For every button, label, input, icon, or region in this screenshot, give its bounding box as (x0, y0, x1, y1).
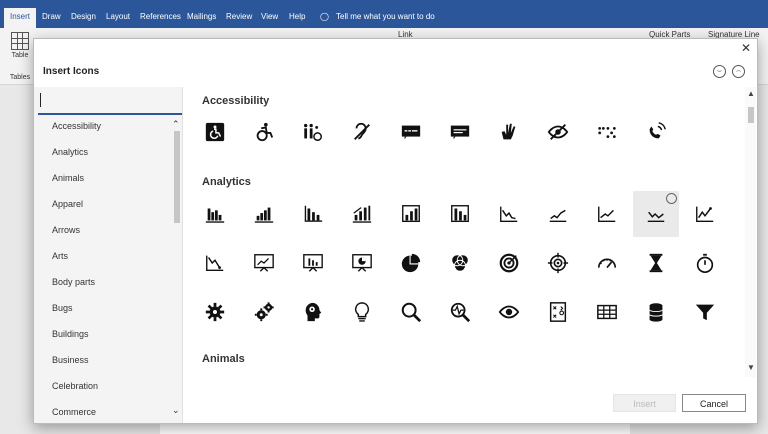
eye-icon[interactable] (493, 296, 525, 328)
tab-mailings[interactable]: Mailings (187, 12, 216, 21)
scroll-up-icon[interactable]: ▲ (747, 89, 755, 98)
category-buildings[interactable]: Buildings (52, 329, 89, 339)
category-celebration[interactable]: Celebration (52, 381, 98, 391)
dialog-footer: Insert Cancel (183, 378, 757, 423)
gallery-scroll-thumb[interactable] (748, 107, 754, 123)
category-arrows[interactable]: Arrows (52, 225, 80, 235)
presentation-chart-icon[interactable] (248, 247, 280, 279)
ribbon-tabs: Insert Draw Design Layout References Mai… (0, 8, 768, 28)
line-chart-down-trend-icon[interactable] (199, 247, 231, 279)
selection-circle[interactable] (666, 193, 677, 204)
tables-group-label: Tables (9, 74, 31, 81)
braille-icon[interactable] (591, 116, 623, 148)
gears-icon[interactable] (248, 296, 280, 328)
scroll-down-icon[interactable]: ▼ (747, 363, 755, 372)
sidebar-scroll-thumb[interactable] (174, 131, 180, 223)
insert-icons-dialog: ✕ Insert Icons ⌣ ⌢ Accessibility Analyti… (33, 38, 758, 424)
category-sidebar: Accessibility Analytics Animals Apparel … (34, 87, 183, 423)
section-animals: Animals (202, 353, 245, 365)
wheelchair-active-icon[interactable] (248, 116, 280, 148)
tab-view[interactable]: View (261, 12, 278, 21)
section-analytics: Analytics (202, 176, 251, 188)
chevron-down-icon[interactable]: ⌄ (172, 405, 180, 416)
cancel-button[interactable]: Cancel (682, 394, 746, 412)
category-commerce[interactable]: Commerce (52, 407, 96, 417)
venn-diagram-icon[interactable] (444, 247, 476, 279)
closed-captions-icon[interactable] (395, 116, 427, 148)
chevron-up-icon[interactable]: ⌃ (172, 119, 180, 130)
funnel-icon[interactable] (689, 296, 721, 328)
database-icon[interactable] (640, 296, 672, 328)
table-icon (11, 32, 29, 50)
tab-layout[interactable]: Layout (106, 12, 130, 21)
frown-feedback-icon[interactable]: ⌢ (732, 65, 745, 78)
bar-graph-upward-trend-icon[interactable] (395, 198, 427, 230)
text-caret (40, 93, 41, 107)
line-chart-selected-icon[interactable] (633, 191, 679, 237)
speedometer-icon[interactable] (591, 247, 623, 279)
line-chart-upward-icon[interactable] (542, 198, 574, 230)
magnifying-glass-pulse-icon[interactable] (444, 296, 476, 328)
gear-icon[interactable] (199, 296, 231, 328)
tab-insert[interactable]: Insert (4, 8, 37, 28)
category-body-parts[interactable]: Body parts (52, 277, 95, 287)
tab-help[interactable]: Help (289, 12, 305, 21)
table-label: Table (11, 52, 29, 59)
open-captions-icon[interactable] (444, 116, 476, 148)
insert-button[interactable]: Insert (613, 394, 676, 412)
category-animals[interactable]: Animals (52, 173, 84, 183)
tell-me-search[interactable]: Tell me what you want to do (336, 12, 435, 21)
presentation-pie-icon[interactable] (346, 247, 378, 279)
search-input[interactable] (38, 89, 182, 115)
accessible-icon[interactable] (199, 116, 231, 148)
target-icon[interactable] (493, 247, 525, 279)
table-icon[interactable] (591, 296, 623, 328)
close-icon[interactable]: ✕ (741, 41, 751, 55)
tab-draw[interactable]: Draw (42, 12, 61, 21)
line-chart-downward-icon[interactable] (493, 198, 525, 230)
sign-language-icon[interactable] (493, 116, 525, 148)
bar-chart-upward-icon[interactable] (248, 198, 280, 230)
stopwatch-icon[interactable] (689, 247, 721, 279)
section-accessibility: Accessibility (202, 95, 270, 107)
line-graph-upward-icon[interactable] (591, 198, 623, 230)
lightbulb-icon: ◯ (320, 12, 329, 21)
sidebar-scrollbar[interactable]: ⌃ ⌄ (172, 119, 181, 421)
category-arts[interactable]: Arts (52, 251, 68, 261)
magnifying-glass-icon[interactable] (395, 296, 427, 328)
tab-design[interactable]: Design (71, 12, 96, 21)
title-bar (0, 0, 768, 8)
volume-control-phone-icon[interactable] (640, 116, 672, 148)
strategy-board-icon[interactable] (542, 296, 574, 328)
family-with-wheelchair-icon[interactable] (297, 116, 329, 148)
bar-chart-icon[interactable] (199, 198, 231, 230)
bar-graph-upward-icon[interactable] (346, 198, 378, 230)
category-accessibility[interactable]: Accessibility (52, 121, 101, 131)
head-with-gears-icon[interactable] (297, 296, 329, 328)
tab-review[interactable]: Review (226, 12, 252, 21)
line-chart-trend-icon[interactable] (689, 198, 721, 230)
tab-references[interactable]: References (140, 12, 181, 21)
pie-chart-icon[interactable] (395, 247, 427, 279)
hourglass-icon[interactable] (640, 247, 672, 279)
icon-gallery: Accessibility Analytics Animals (183, 87, 745, 377)
category-analytics[interactable]: Analytics (52, 147, 88, 157)
table-button[interactable]: Table Tables (6, 32, 34, 81)
gallery-scrollbar[interactable]: ▲ ▼ (745, 87, 756, 377)
lightbulb-icon[interactable] (346, 296, 378, 328)
hearing-impaired-icon[interactable] (346, 116, 378, 148)
category-business[interactable]: Business (52, 355, 89, 365)
smile-feedback-icon[interactable]: ⌣ (713, 65, 726, 78)
bullseye-icon[interactable] (542, 247, 574, 279)
presentation-bar-icon[interactable] (297, 247, 329, 279)
category-apparel[interactable]: Apparel (52, 199, 83, 209)
bar-chart-reflect-icon[interactable] (297, 198, 329, 230)
bar-graph-reflected-icon[interactable] (444, 198, 476, 230)
dialog-title: Insert Icons (43, 66, 100, 77)
low-vision-icon[interactable] (542, 116, 574, 148)
category-bugs[interactable]: Bugs (52, 303, 73, 313)
